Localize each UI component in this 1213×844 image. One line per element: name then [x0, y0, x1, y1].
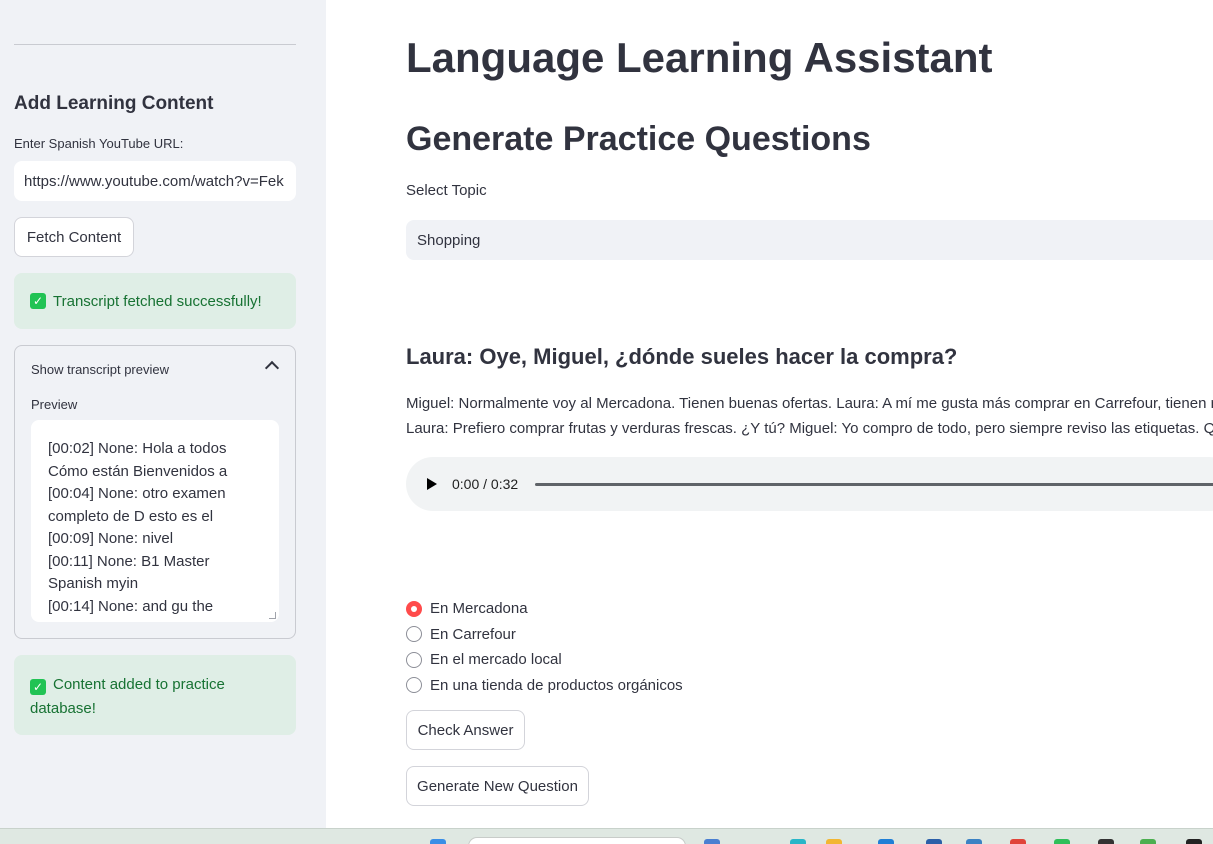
sidebar-divider: [14, 44, 296, 45]
answer-options: En Mercadona En Carrefour En el mercado …: [406, 596, 683, 698]
transcript-line: [00:09] None: nivel: [48, 530, 174, 547]
youtube-url-input[interactable]: [14, 161, 296, 201]
audio-progress-bar[interactable]: [535, 483, 1213, 486]
transcript-line: Cómo están Bienvenidos a: [48, 462, 228, 480]
question-heading: Laura: Oye, Miguel, ¿dónde sueles hacer …: [406, 344, 958, 369]
play-icon[interactable]: [427, 478, 437, 490]
preview-label: Preview: [31, 397, 78, 412]
added-success-text: Content added to practice database!: [30, 676, 225, 717]
app-icon[interactable]: [790, 839, 806, 844]
url-label: Enter Spanish YouTube URL:: [14, 136, 184, 151]
app-icon[interactable]: [926, 839, 942, 844]
expander-title: Show transcript preview: [31, 362, 169, 377]
option-label: En el mercado local: [430, 651, 562, 669]
audio-time: 0:00 / 0:32: [452, 476, 519, 492]
answer-option[interactable]: En Carrefour: [406, 622, 683, 648]
radio-icon[interactable]: [406, 651, 422, 668]
topic-select-value: Shopping: [417, 231, 481, 249]
resize-handle[interactable]: [269, 612, 276, 619]
dialogue-line: Miguel: Normalmente voy al Mercadona. Ti…: [406, 395, 1213, 412]
answer-option[interactable]: En una tienda de productos orgánicos: [406, 673, 683, 699]
option-label: En una tienda de productos orgánicos: [430, 676, 683, 694]
topic-select-label: Select Topic: [406, 182, 487, 199]
sidebar: Add Learning Content Enter Spanish YouTu…: [0, 0, 326, 828]
checkmark-icon: ✓: [30, 293, 46, 309]
option-label: En Mercadona: [430, 600, 528, 618]
option-label: En Carrefour: [430, 625, 516, 643]
answer-option[interactable]: En el mercado local: [406, 647, 683, 673]
os-taskbar: [0, 828, 1213, 844]
app-icon[interactable]: [1098, 839, 1114, 844]
transcript-preview-textarea[interactable]: [00:02] None: Hola a todos Cómo están Bi…: [31, 420, 279, 622]
app-icon[interactable]: [878, 839, 894, 844]
audio-player: 0:00 / 0:32: [406, 457, 1213, 511]
expander-header[interactable]: Show transcript preview: [31, 362, 279, 377]
transcript-line: completo de D esto es el: [48, 507, 214, 525]
answer-option[interactable]: En Mercadona: [406, 596, 683, 622]
fetch-success-text: Transcript fetched successfully!: [53, 292, 262, 310]
section-title: Generate Practice Questions: [406, 120, 871, 158]
transcript-line: [00:02] None: Hola a todos: [48, 440, 227, 457]
sidebar-heading: Add Learning Content: [14, 93, 214, 114]
transcript-line: [00:14] None: and gu the: [48, 597, 214, 615]
checkmark-icon: ✓: [30, 679, 46, 695]
transcript-line: [00:11] None: B1 Master: [48, 552, 210, 570]
added-success-alert: ✓ Content added to practice database!: [14, 655, 296, 735]
app-icon[interactable]: [1054, 839, 1070, 844]
taskbar-search[interactable]: [468, 837, 686, 844]
dialogue-text: Miguel: Normalmente voy al Mercadona. Ti…: [406, 391, 1213, 441]
main-content: Language Learning Assistant Generate Pra…: [326, 0, 1213, 828]
dialogue-line: Laura: Prefiero comprar frutas y verdura…: [406, 420, 1213, 437]
transcript-line: [00:04] None: otro examen: [48, 485, 226, 502]
transcript-line: Spanish myin: [48, 575, 139, 592]
radio-selected-icon[interactable]: [406, 600, 422, 617]
page-title: Language Learning Assistant: [406, 34, 993, 81]
fetch-content-button[interactable]: Fetch Content: [14, 217, 134, 257]
radio-icon[interactable]: [406, 677, 422, 694]
app-icon[interactable]: [1010, 839, 1026, 844]
folder-icon[interactable]: [826, 839, 842, 844]
generate-question-button[interactable]: Generate New Question: [406, 766, 589, 806]
check-answer-button[interactable]: Check Answer: [406, 710, 525, 750]
app-window: Add Learning Content Enter Spanish YouTu…: [0, 0, 1213, 844]
app-icon[interactable]: [966, 839, 982, 844]
transcript-expander: Show transcript preview Preview [00:02] …: [14, 345, 296, 639]
app-icon[interactable]: [1140, 839, 1156, 844]
windows-start-icon[interactable]: [430, 839, 446, 844]
radio-icon[interactable]: [406, 626, 422, 643]
fetch-success-alert: ✓ Transcript fetched successfully!: [14, 273, 296, 329]
topic-select[interactable]: Shopping: [406, 220, 1213, 260]
app-icon[interactable]: [1186, 839, 1202, 844]
taskview-icon[interactable]: [704, 839, 720, 844]
